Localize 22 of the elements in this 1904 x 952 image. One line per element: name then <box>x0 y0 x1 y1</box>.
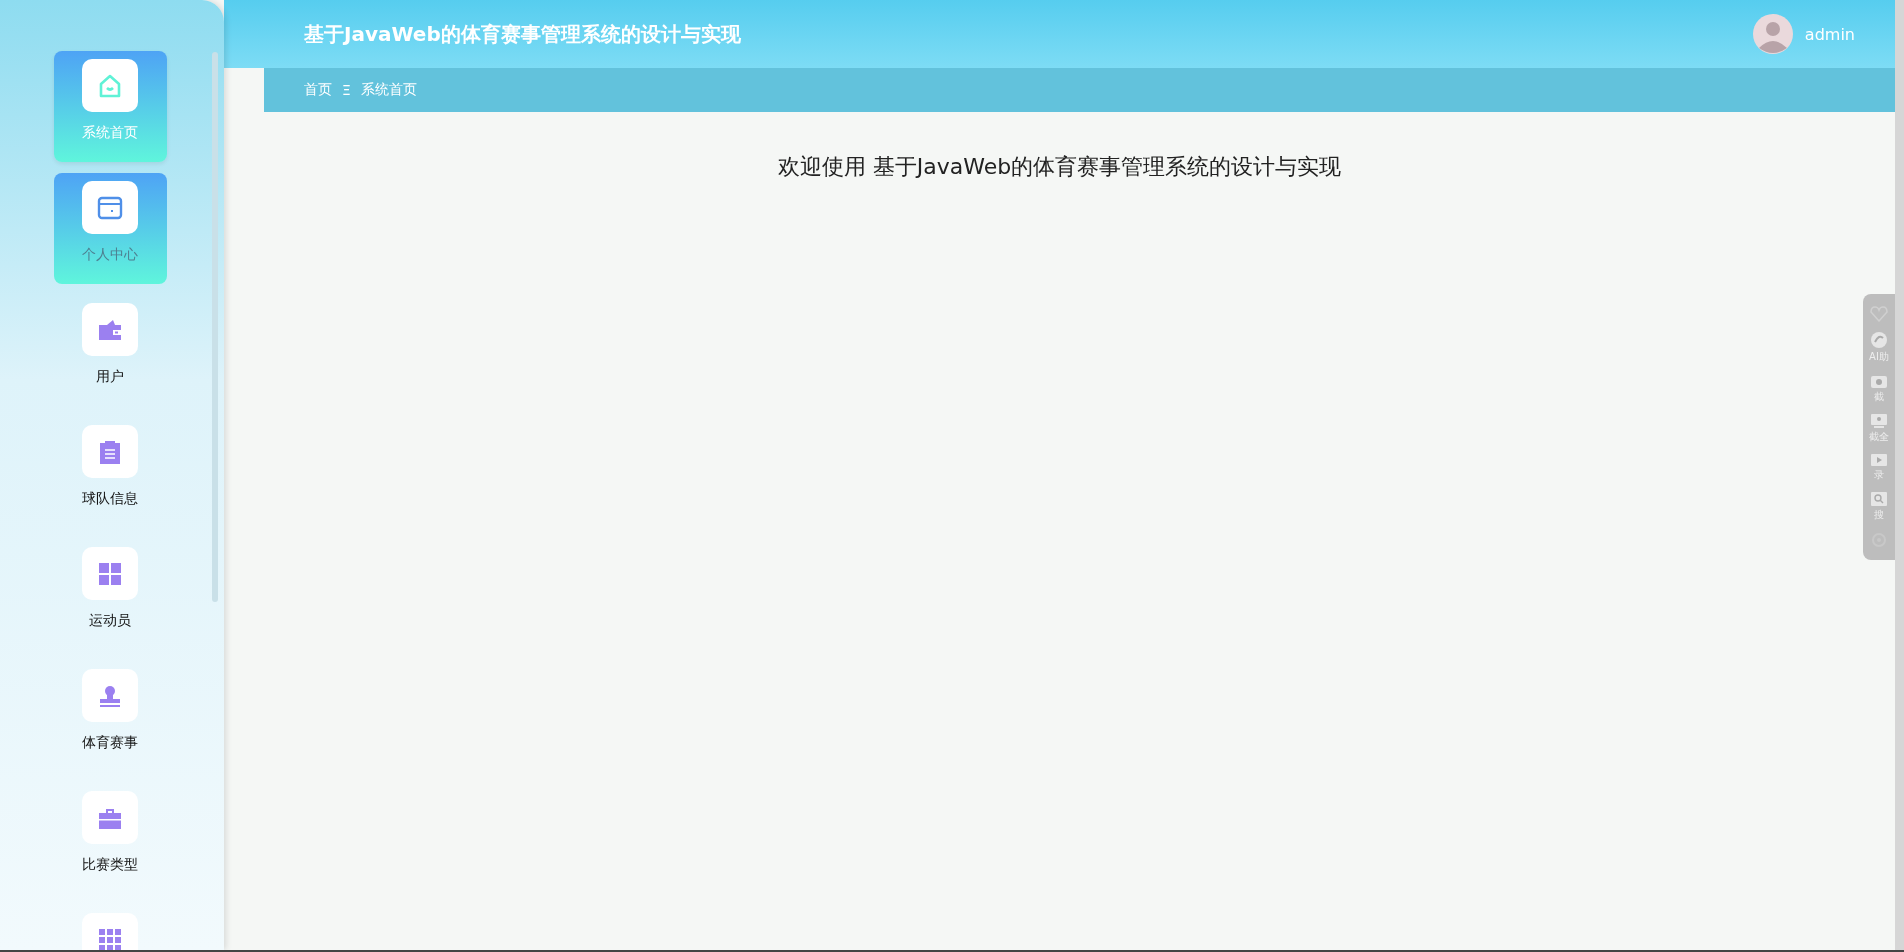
swirl-icon[interactable] <box>1871 332 1887 348</box>
window-icon <box>97 195 123 220</box>
sidebar-item[interactable]: 用户 <box>53 295 167 406</box>
welcome-text: 欢迎使用 基于JavaWeb的体育赛事管理系统的设计与实现 <box>777 153 1342 181</box>
briefcase-icon <box>99 806 121 829</box>
breadcrumb-separator: Ξ <box>342 82 351 98</box>
monitor-icon[interactable] <box>1871 414 1887 428</box>
grid-icon <box>99 928 121 950</box>
home-icon <box>97 72 123 99</box>
stamp-icon <box>99 684 121 707</box>
sidebar-item[interactable]: 比赛类型 <box>53 783 167 894</box>
grid-icon <box>99 562 121 585</box>
sidebar-item[interactable]: 球队信息 <box>53 417 167 528</box>
video-icon[interactable] <box>1871 454 1887 466</box>
sidebar-item[interactable]: 体育赛事 <box>53 661 167 772</box>
camera-icon[interactable] <box>1871 374 1887 388</box>
wallet-icon <box>98 318 122 341</box>
window-title: 基于JavaWeb的体育赛事管理系统的设计与实现 <box>304 20 741 48</box>
sidebar-item[interactable]: 运动员 <box>53 539 167 650</box>
clipboard-icon <box>99 439 121 464</box>
avatar-icon[interactable] <box>1752 14 1793 54</box>
search-icon[interactable] <box>1871 492 1887 506</box>
